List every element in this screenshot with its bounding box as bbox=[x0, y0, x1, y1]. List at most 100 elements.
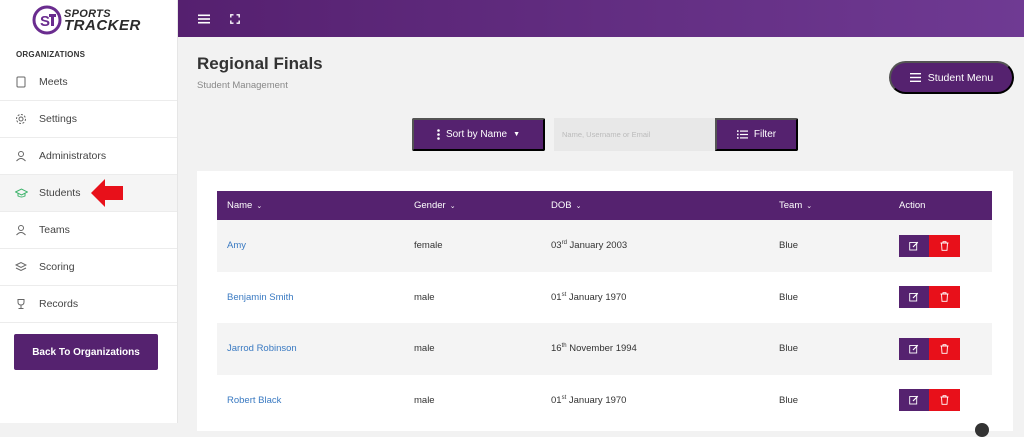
row-actions bbox=[889, 220, 992, 272]
brand-name: SPORTS TRACKER bbox=[64, 8, 141, 34]
table-header-row: Name ⌄ Gender ⌄ DOB ⌄ Team ⌄ Action bbox=[217, 191, 992, 220]
sidebar-item-scoring[interactable]: Scoring bbox=[0, 249, 177, 286]
edit-button[interactable] bbox=[899, 286, 929, 309]
svg-text:S: S bbox=[40, 13, 50, 30]
delete-button[interactable] bbox=[929, 389, 960, 412]
student-name-link[interactable]: Jarrod Robinson bbox=[217, 323, 404, 375]
user-icon bbox=[14, 149, 28, 163]
sidebar-item-label: Settings bbox=[39, 113, 77, 125]
header-label: DOB bbox=[551, 200, 572, 211]
table-row: Amy female 03rd January 2003 Blue bbox=[217, 220, 992, 272]
header-label: Gender bbox=[414, 200, 446, 211]
student-dob: 01st January 1970 bbox=[541, 272, 769, 324]
brand-logo[interactable]: S SPORTS TRACKER bbox=[0, 0, 177, 40]
column-header-dob[interactable]: DOB ⌄ bbox=[541, 191, 769, 220]
row-actions bbox=[889, 272, 992, 324]
table-row: Robert Black male 01st January 1970 Blue bbox=[217, 374, 992, 427]
student-gender: female bbox=[414, 240, 443, 252]
student-team: Blue bbox=[779, 394, 799, 406]
sidebar-item-students[interactable]: Students bbox=[0, 175, 177, 212]
student-name-link[interactable]: Benjamin Smith bbox=[217, 272, 404, 324]
edit-button[interactable] bbox=[899, 337, 929, 360]
logo-icon: S bbox=[32, 5, 62, 35]
sort-label: Sort by Name bbox=[445, 129, 508, 140]
layers-icon bbox=[14, 260, 28, 274]
table-row: Jarrod Robinson male 16th November 1994 … bbox=[217, 323, 992, 375]
brand-line2: TRACKER bbox=[64, 17, 141, 34]
student-menu-button[interactable]: Student Menu bbox=[889, 61, 1014, 94]
sidebar-item-teams[interactable]: Teams bbox=[0, 212, 177, 249]
dob-day: 01 bbox=[551, 291, 562, 303]
students-table: Name ⌄ Gender ⌄ DOB ⌄ Team ⌄ Action Amy fema… bbox=[217, 191, 992, 426]
search-input[interactable] bbox=[554, 118, 715, 151]
edit-icon bbox=[909, 293, 919, 302]
edit-icon bbox=[909, 396, 919, 405]
trash-icon bbox=[940, 292, 949, 302]
hamburger-icon[interactable] bbox=[198, 14, 210, 24]
row-actions bbox=[889, 375, 992, 427]
dob-day: 01 bbox=[551, 394, 562, 406]
student-dob: 16th November 1994 bbox=[541, 323, 769, 375]
header-label: Action bbox=[899, 200, 926, 211]
dob-month-year: January 2003 bbox=[566, 240, 628, 252]
vertical-dots-icon bbox=[437, 129, 440, 140]
student-team: Blue bbox=[779, 291, 799, 303]
page-title: Regional Finals bbox=[197, 54, 323, 73]
red-arrow-icon bbox=[91, 179, 123, 207]
column-header-team[interactable]: Team ⌄ bbox=[769, 191, 889, 220]
student-dob: 01st January 1970 bbox=[541, 375, 769, 427]
column-header-name[interactable]: Name ⌄ bbox=[217, 191, 404, 220]
trash-icon bbox=[940, 344, 949, 354]
column-header-gender[interactable]: Gender ⌄ bbox=[404, 191, 541, 220]
chevron-down-icon: ⌄ bbox=[449, 203, 456, 210]
graduation-cap-icon bbox=[14, 186, 28, 200]
student-gender: male bbox=[414, 394, 435, 406]
header-label: Team bbox=[779, 200, 803, 211]
trash-icon bbox=[940, 241, 949, 251]
fullscreen-icon[interactable] bbox=[230, 13, 240, 24]
column-header-action: Action bbox=[889, 191, 992, 220]
student-dob: 03rd January 2003 bbox=[541, 220, 769, 272]
sidebar-item-label: Teams bbox=[39, 224, 70, 236]
trash-icon bbox=[940, 395, 949, 405]
back-to-organizations-button[interactable]: Back To Organizations bbox=[14, 334, 158, 370]
header-label: Name bbox=[227, 200, 253, 211]
student-team: Blue bbox=[779, 240, 799, 252]
hamburger-icon bbox=[909, 73, 921, 82]
delete-button[interactable] bbox=[929, 234, 960, 257]
student-name-link[interactable]: Robert Black bbox=[217, 375, 404, 427]
users-icon bbox=[14, 223, 28, 237]
dob-month-year: January 1970 bbox=[566, 291, 627, 303]
chevron-down-icon: ⌄ bbox=[806, 203, 813, 210]
student-gender: male bbox=[414, 291, 435, 303]
list-icon bbox=[736, 130, 748, 139]
edit-button[interactable] bbox=[899, 234, 929, 257]
sidebar-item-label: Students bbox=[39, 187, 81, 199]
sidebar-item-administrators[interactable]: Administrators bbox=[0, 138, 177, 175]
sidebar-menu: Meets Settings Administrators Students T… bbox=[0, 64, 177, 323]
edit-icon bbox=[909, 344, 919, 354]
filter-button[interactable]: Filter bbox=[715, 118, 798, 151]
chevron-down-icon: ⌄ bbox=[575, 203, 582, 210]
sidebar-item-meets[interactable]: Meets bbox=[0, 64, 177, 101]
dob-day: 16 bbox=[551, 343, 562, 355]
scroll-to-top-button[interactable] bbox=[975, 423, 989, 437]
section-label: ORGANIZATIONS bbox=[16, 50, 86, 59]
page-subtitle: Student Management bbox=[197, 80, 288, 91]
dob-month-year: January 1970 bbox=[566, 394, 627, 406]
main-content: Regional Finals Student Management Stude… bbox=[178, 37, 1024, 437]
delete-button[interactable] bbox=[929, 286, 960, 309]
row-actions bbox=[889, 323, 992, 375]
sort-by-dropdown[interactable]: Sort by Name ▼ bbox=[412, 118, 545, 151]
student-name-link[interactable]: Amy bbox=[217, 220, 404, 272]
filter-label: Filter bbox=[753, 129, 777, 140]
sidebar: S SPORTS TRACKER ORGANIZATIONS Meets Set… bbox=[0, 0, 178, 423]
sidebar-item-label: Meets bbox=[39, 76, 68, 88]
delete-button[interactable] bbox=[929, 337, 960, 360]
sidebar-item-label: Administrators bbox=[39, 150, 107, 162]
sidebar-item-settings[interactable]: Settings bbox=[0, 101, 177, 138]
dob-month-year: November 1994 bbox=[566, 343, 637, 355]
sidebar-item-records[interactable]: Records bbox=[0, 286, 177, 323]
edit-button[interactable] bbox=[899, 389, 929, 412]
student-gender: male bbox=[414, 343, 435, 355]
